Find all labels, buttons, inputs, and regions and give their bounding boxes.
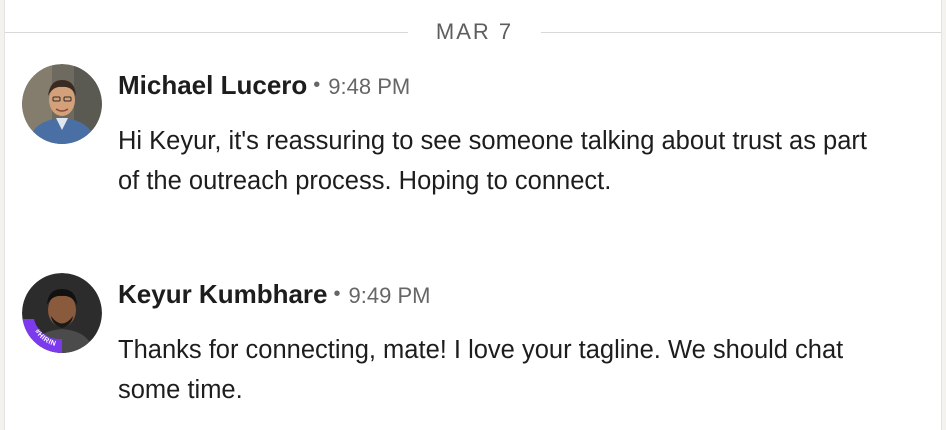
sender-name[interactable]: Keyur Kumbhare xyxy=(118,279,328,309)
divider-line-right xyxy=(541,32,941,33)
message-text: Hi Keyur, it's reassuring to see someone… xyxy=(118,127,868,195)
separator-dot: • xyxy=(333,283,341,305)
separator-dot: • xyxy=(313,74,321,96)
sender-line: Keyur Kumbhare • 9:49 PM xyxy=(118,279,430,310)
profile-photo-icon: #HIRING xyxy=(22,273,102,353)
divider-line-left xyxy=(5,32,408,33)
avatar-michael-lucero[interactable] xyxy=(22,64,102,144)
sender-line: Michael Lucero • 9:48 PM xyxy=(118,70,410,101)
message-time: 9:48 PM xyxy=(328,74,411,99)
date-label: MAR 7 xyxy=(435,19,514,44)
date-divider: MAR 7 xyxy=(5,16,943,50)
avatar-keyur-kumbhare[interactable]: #HIRING xyxy=(22,273,102,353)
sender-name[interactable]: Michael Lucero xyxy=(118,70,307,100)
message-time: 9:49 PM xyxy=(348,283,431,308)
profile-photo-icon xyxy=(22,64,102,144)
conversation-panel: MAR 7 Michael Lucero • 9:48 PM Hi Keyur,… xyxy=(4,0,942,430)
message-text: Thanks for connecting, mate! I love your… xyxy=(118,336,844,404)
